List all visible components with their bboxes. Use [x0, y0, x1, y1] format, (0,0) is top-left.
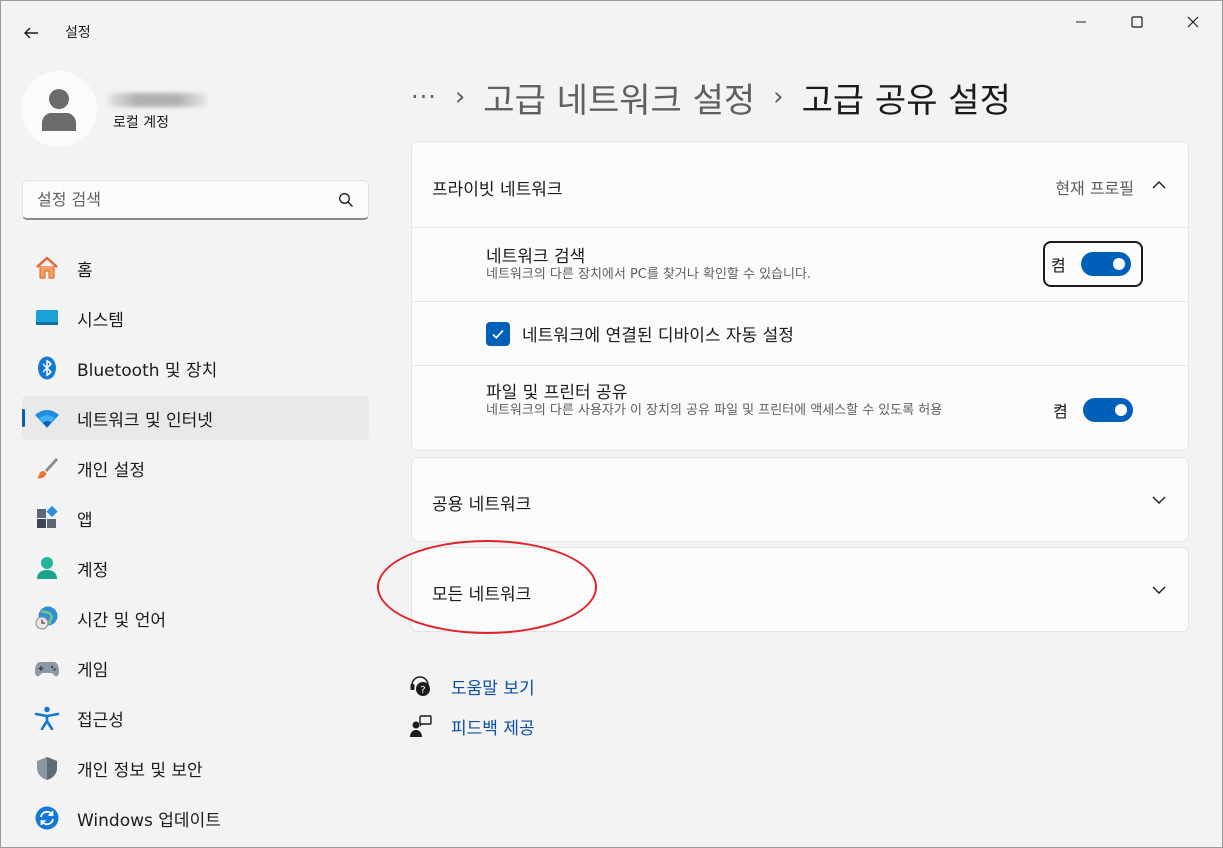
sidebar-item-label: Bluetooth 및 장치 — [77, 360, 218, 381]
public-network-card[interactable]: 공용 네트워크 — [411, 457, 1189, 542]
account-type: 로컬 계정 — [113, 115, 169, 131]
checkmark-icon — [492, 329, 504, 339]
toggle-state-label: 켬 — [1053, 402, 1068, 421]
help-icon: ? — [409, 674, 433, 698]
public-network-title: 공용 네트워크 — [432, 495, 532, 515]
sidebar-item-label: 앱 — [77, 510, 93, 531]
sidebar-item-label: 개인 설정 — [77, 460, 145, 481]
current-profile-label: 현재 프로필 — [1055, 179, 1134, 198]
breadcrumb-more-button[interactable]: ··· — [411, 83, 437, 111]
file-sharing-toggle-group[interactable]: 켬 — [1053, 398, 1133, 422]
sidebar-item-label: 네트워크 및 인터넷 — [77, 410, 213, 431]
sidebar-item-privacy[interactable]: 개인 정보 및 보안 — [22, 746, 369, 790]
feedback-link-row[interactable]: 피드백 제공 — [409, 711, 535, 741]
help-link[interactable]: 도움말 보기 — [451, 674, 535, 699]
sidebar-item-system[interactable]: 시스템 — [22, 296, 369, 340]
avatar — [21, 71, 97, 147]
breadcrumb: ··· › 고급 네트워크 설정 › 고급 공유 설정 — [411, 73, 1011, 121]
brush-icon — [34, 456, 60, 480]
profile-name-redacted — [107, 93, 207, 107]
network-discovery-toggle[interactable] — [1080, 252, 1131, 276]
sidebar-item-label: 게임 — [77, 660, 109, 681]
minimize-icon — [1076, 21, 1086, 23]
auto-setup-checkbox[interactable] — [486, 322, 510, 346]
chevron-down-icon[interactable] — [1150, 581, 1168, 599]
sidebar-item-time-language[interactable]: 시간 및 언어 — [22, 596, 369, 640]
close-icon — [1187, 16, 1199, 28]
sidebar-item-label: 홈 — [77, 260, 93, 281]
apps-icon — [34, 506, 60, 530]
accessibility-icon — [34, 706, 60, 730]
sidebar-item-label: 계정 — [77, 560, 109, 581]
bluetooth-icon — [34, 356, 60, 380]
system-icon — [34, 306, 60, 330]
sidebar-item-home[interactable]: 홈 — [22, 246, 369, 290]
all-networks-title: 모든 네트워크 — [432, 585, 532, 605]
help-link-row[interactable]: ? 도움말 보기 — [409, 671, 535, 701]
auto-setup-row: 네트워크에 연결된 디바이스 자동 설정 — [412, 301, 1188, 365]
gamepad-icon — [34, 656, 60, 680]
sidebar-item-accounts[interactable]: 계정 — [22, 546, 369, 590]
update-icon — [34, 806, 60, 830]
sidebar-item-label: 시스템 — [77, 310, 124, 331]
settings-search[interactable] — [22, 180, 369, 220]
chevron-down-icon[interactable] — [1150, 491, 1168, 509]
sidebar-item-windows-update[interactable]: Windows 업데이트 — [22, 796, 369, 840]
sidebar-item-label: 시간 및 언어 — [77, 610, 167, 631]
network-discovery-desc: 네트워크의 다른 장치에서 PC를 찾거나 확인할 수 있습니다. — [486, 267, 812, 282]
file-sharing-toggle[interactable] — [1082, 398, 1133, 422]
maximize-icon — [1131, 16, 1143, 28]
file-sharing-desc: 네트워크의 다른 사용자가 이 장치의 공유 파일 및 프린터에 액세스할 수 … — [486, 403, 943, 418]
sidebar-nav: 홈 시스템 Bluetooth 및 장치 네트워크 및 인터넷 개인 설정 앱 — [22, 246, 369, 846]
sidebar-item-apps[interactable]: 앱 — [22, 496, 369, 540]
breadcrumb-separator-icon: › — [773, 82, 784, 112]
all-networks-card[interactable]: 모든 네트워크 — [411, 547, 1189, 632]
breadcrumb-advanced-network[interactable]: 고급 네트워크 설정 — [483, 73, 755, 122]
minimize-button[interactable] — [1059, 7, 1103, 37]
toggle-state-label: 켬 — [1051, 256, 1066, 275]
private-network-title: 프라이빗 네트워크 — [432, 180, 563, 200]
sidebar-item-bluetooth[interactable]: Bluetooth 및 장치 — [22, 346, 369, 390]
feedback-link[interactable]: 피드백 제공 — [451, 714, 535, 739]
home-icon — [34, 256, 60, 280]
network-icon — [34, 406, 60, 430]
back-button[interactable] — [15, 19, 47, 47]
chevron-up-icon[interactable] — [1150, 176, 1168, 194]
time-language-icon — [34, 606, 60, 630]
sidebar-item-gaming[interactable]: 게임 — [22, 646, 369, 690]
network-discovery-toggle-group[interactable]: 켬 — [1051, 252, 1131, 276]
file-sharing-row: 파일 및 프린터 공유 네트워크의 다른 사용자가 이 장치의 공유 파일 및 … — [412, 365, 1188, 451]
person-icon — [42, 89, 76, 131]
back-arrow-icon — [24, 27, 38, 39]
svg-text:?: ? — [420, 685, 425, 696]
maximize-button[interactable] — [1115, 7, 1159, 37]
sidebar-item-label: Windows 업데이트 — [77, 810, 221, 831]
page-title: 고급 공유 설정 — [801, 80, 1011, 121]
network-discovery-row: 네트워크 검색 네트워크의 다른 장치에서 PC를 찾거나 확인할 수 있습니다… — [412, 227, 1188, 301]
sidebar-item-label: 개인 정보 및 보안 — [77, 760, 203, 781]
account-icon — [34, 556, 60, 580]
search-input[interactable] — [37, 188, 327, 210]
sidebar-item-personalization[interactable]: 개인 설정 — [22, 446, 369, 490]
app-title: 설정 — [65, 25, 91, 41]
file-sharing-title: 파일 및 프린터 공유 — [486, 383, 628, 403]
auto-setup-label[interactable]: 네트워크에 연결된 디바이스 자동 설정 — [522, 321, 794, 346]
breadcrumb-separator-icon: › — [454, 82, 466, 112]
sidebar-item-network[interactable]: 네트워크 및 인터넷 — [22, 396, 369, 440]
search-icon[interactable] — [338, 192, 354, 208]
close-button[interactable] — [1171, 7, 1215, 37]
sidebar-item-label: 접근성 — [77, 710, 124, 731]
private-network-card: 프라이빗 네트워크 현재 프로필 네트워크 검색 네트워크의 다른 장치에서 P… — [411, 141, 1189, 451]
feedback-icon — [409, 714, 433, 738]
title-bar: 설정 — [1, 1, 1222, 63]
shield-icon — [34, 756, 60, 780]
network-discovery-title: 네트워크 검색 — [486, 247, 586, 267]
private-network-header[interactable]: 프라이빗 네트워크 현재 프로필 — [412, 142, 1188, 227]
sidebar-item-accessibility[interactable]: 접근성 — [22, 696, 369, 740]
